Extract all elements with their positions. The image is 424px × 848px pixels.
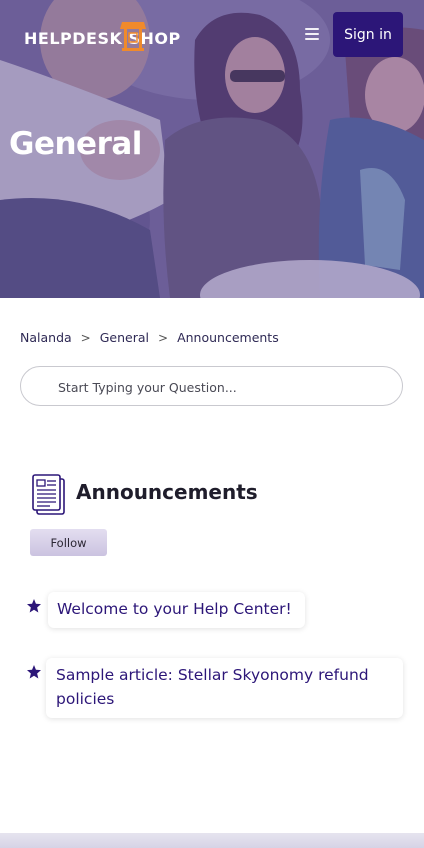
article-link[interactable]: Welcome to your Help Center! [48, 592, 305, 628]
star-icon [27, 665, 41, 679]
breadcrumb-item-announcements[interactable]: Announcements [177, 330, 279, 345]
hero-banner: HELPDESK SHOP Sign in General [0, 0, 424, 298]
breadcrumb-item-general[interactable]: General [100, 330, 149, 345]
document-icon [32, 474, 65, 515]
sign-in-button[interactable]: Sign in [333, 12, 403, 57]
menu-icon[interactable] [305, 28, 319, 40]
logo[interactable]: HELPDESK SHOP [24, 18, 181, 58]
section-title: Announcements [76, 480, 258, 504]
breadcrumb-item-nalanda[interactable]: Nalanda [20, 330, 72, 345]
search-input[interactable] [58, 376, 388, 398]
footer [0, 833, 424, 848]
star-icon [27, 599, 41, 613]
breadcrumb-separator: > [80, 330, 91, 345]
search-box [20, 366, 403, 406]
breadcrumb: Nalanda > General > Announcements [20, 330, 279, 345]
logo-text: HELPDESK SHOP [24, 28, 181, 48]
article-link[interactable]: Sample article: Stellar Skyonomy refund … [46, 658, 403, 718]
page-title: General [9, 126, 142, 162]
breadcrumb-separator: > [158, 330, 169, 345]
logo-storefront-icon [120, 22, 146, 51]
follow-button[interactable]: Follow [30, 529, 107, 556]
